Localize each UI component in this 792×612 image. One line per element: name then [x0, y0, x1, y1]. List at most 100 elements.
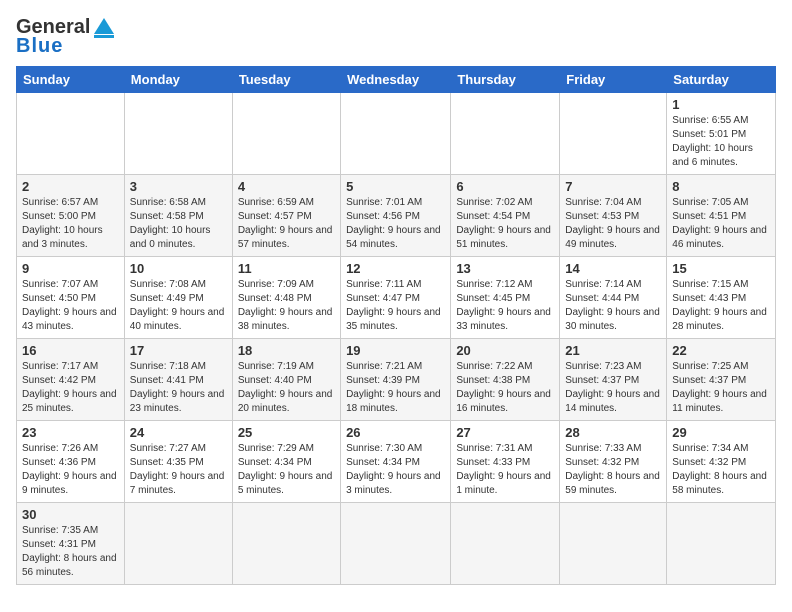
- day-number: 8: [672, 179, 770, 194]
- day-info: Sunrise: 7:34 AM Sunset: 4:32 PM Dayligh…: [672, 442, 770, 498]
- calendar-cell: 14 Sunrise: 7:14 AM Sunset: 4:44 PM Dayli…: [560, 257, 667, 339]
- calendar-cell: 3 Sunrise: 6:58 AM Sunset: 4:58 PM Daylig…: [124, 175, 232, 257]
- day-number: 23: [22, 425, 119, 440]
- day-info: Sunrise: 7:21 AM Sunset: 4:39 PM Dayligh…: [346, 360, 445, 416]
- day-info: Sunrise: 7:09 AM Sunset: 4:48 PM Dayligh…: [238, 278, 335, 334]
- day-number: 21: [565, 343, 661, 358]
- calendar-cell: 9 Sunrise: 7:07 AM Sunset: 4:50 PM Daylig…: [17, 257, 125, 339]
- day-info: Sunrise: 6:57 AM Sunset: 5:00 PM Dayligh…: [22, 196, 119, 252]
- calendar-cell: [232, 93, 340, 175]
- day-number: 2: [22, 179, 119, 194]
- day-info: Sunrise: 7:25 AM Sunset: 4:37 PM Dayligh…: [672, 360, 770, 416]
- calendar-cell: 6 Sunrise: 7:02 AM Sunset: 4:54 PM Daylig…: [451, 175, 560, 257]
- day-info: Sunrise: 7:29 AM Sunset: 4:34 PM Dayligh…: [238, 442, 335, 498]
- calendar-cell: 12Sunrise: 7:11 AM Sunset: 4:47 PM Dayli…: [341, 257, 451, 339]
- calendar-week-row: 1 Sunrise: 6:55 AM Sunset: 5:01 PM Daylig…: [17, 93, 776, 175]
- calendar-cell: 15 Sunrise: 7:15 AM Sunset: 4:43 PM Dayli…: [667, 257, 776, 339]
- day-info: Sunrise: 7:14 AM Sunset: 4:44 PM Dayligh…: [565, 278, 661, 334]
- day-number: 5: [346, 179, 445, 194]
- calendar-cell: 16Sunrise: 7:17 AM Sunset: 4:42 PM Dayli…: [17, 339, 125, 421]
- day-number: 12: [346, 261, 445, 276]
- day-info: Sunrise: 7:12 AM Sunset: 4:45 PM Dayligh…: [456, 278, 554, 334]
- calendar-cell: 20Sunrise: 7:22 AM Sunset: 4:38 PM Dayli…: [451, 339, 560, 421]
- calendar-cell: 29 Sunrise: 7:34 AM Sunset: 4:32 PM Dayli…: [667, 421, 776, 503]
- day-number: 24: [130, 425, 227, 440]
- calendar-table: SundayMondayTuesdayWednesdayThursdayFrid…: [16, 66, 776, 585]
- day-info: Sunrise: 7:35 AM Sunset: 4:31 PM Dayligh…: [22, 524, 119, 580]
- day-number: 22: [672, 343, 770, 358]
- day-number: 11: [238, 261, 335, 276]
- calendar-cell: 30 Sunrise: 7:35 AM Sunset: 4:31 PM Dayli…: [17, 503, 125, 585]
- day-info: Sunrise: 7:04 AM Sunset: 4:53 PM Dayligh…: [565, 196, 661, 252]
- day-info: Sunrise: 7:08 AM Sunset: 4:49 PM Dayligh…: [130, 278, 227, 334]
- calendar-cell: [341, 503, 451, 585]
- calendar-cell: 28 Sunrise: 7:33 AM Sunset: 4:32 PM Dayli…: [560, 421, 667, 503]
- calendar-cell: [232, 503, 340, 585]
- calendar-week-row: 30 Sunrise: 7:35 AM Sunset: 4:31 PM Dayli…: [17, 503, 776, 585]
- logo-blue-text: Blue: [16, 35, 63, 58]
- day-number: 28: [565, 425, 661, 440]
- day-number: 4: [238, 179, 335, 194]
- day-number: 29: [672, 425, 770, 440]
- day-info: Sunrise: 7:02 AM Sunset: 4:54 PM Dayligh…: [456, 196, 554, 252]
- day-number: 26: [346, 425, 445, 440]
- day-of-week-header: Thursday: [451, 67, 560, 93]
- day-info: Sunrise: 7:26 AM Sunset: 4:36 PM Dayligh…: [22, 442, 119, 498]
- calendar-cell: 22 Sunrise: 7:25 AM Sunset: 4:37 PM Dayli…: [667, 339, 776, 421]
- calendar-cell: [560, 503, 667, 585]
- calendar-cell: 13 Sunrise: 7:12 AM Sunset: 4:45 PM Dayli…: [451, 257, 560, 339]
- calendar-cell: [560, 93, 667, 175]
- day-info: Sunrise: 7:22 AM Sunset: 4:38 PM Dayligh…: [456, 360, 554, 416]
- day-info: Sunrise: 6:58 AM Sunset: 4:58 PM Dayligh…: [130, 196, 227, 252]
- day-number: 10: [130, 261, 227, 276]
- day-of-week-header: Tuesday: [232, 67, 340, 93]
- logo: General Blue: [16, 16, 114, 58]
- day-number: 19: [346, 343, 445, 358]
- calendar-cell: 24 Sunrise: 7:27 AM Sunset: 4:35 PM Dayli…: [124, 421, 232, 503]
- day-number: 16: [22, 343, 119, 358]
- calendar-cell: 2 Sunrise: 6:57 AM Sunset: 5:00 PM Daylig…: [17, 175, 125, 257]
- day-number: 15: [672, 261, 770, 276]
- day-info: Sunrise: 7:31 AM Sunset: 4:33 PM Dayligh…: [456, 442, 554, 498]
- day-number: 7: [565, 179, 661, 194]
- day-info: Sunrise: 6:55 AM Sunset: 5:01 PM Dayligh…: [672, 114, 770, 170]
- day-info: Sunrise: 7:01 AM Sunset: 4:56 PM Dayligh…: [346, 196, 445, 252]
- day-number: 18: [238, 343, 335, 358]
- day-number: 30: [22, 507, 119, 522]
- day-info: Sunrise: 7:05 AM Sunset: 4:51 PM Dayligh…: [672, 196, 770, 252]
- day-number: 6: [456, 179, 554, 194]
- day-number: 3: [130, 179, 227, 194]
- day-info: Sunrise: 7:27 AM Sunset: 4:35 PM Dayligh…: [130, 442, 227, 498]
- day-number: 1: [672, 97, 770, 112]
- calendar-cell: 11 Sunrise: 7:09 AM Sunset: 4:48 PM Dayli…: [232, 257, 340, 339]
- calendar-cell: 1 Sunrise: 6:55 AM Sunset: 5:01 PM Daylig…: [667, 93, 776, 175]
- calendar-cell: [124, 503, 232, 585]
- calendar-cell: [17, 93, 125, 175]
- day-number: 14: [565, 261, 661, 276]
- calendar-cell: 10 Sunrise: 7:08 AM Sunset: 4:49 PM Dayli…: [124, 257, 232, 339]
- day-number: 25: [238, 425, 335, 440]
- day-info: Sunrise: 7:30 AM Sunset: 4:34 PM Dayligh…: [346, 442, 445, 498]
- day-info: Sunrise: 7:15 AM Sunset: 4:43 PM Dayligh…: [672, 278, 770, 334]
- calendar-header-row: SundayMondayTuesdayWednesdayThursdayFrid…: [17, 67, 776, 93]
- calendar-cell: [667, 503, 776, 585]
- calendar-cell: 5 Sunrise: 7:01 AM Sunset: 4:56 PM Daylig…: [341, 175, 451, 257]
- calendar-cell: 17Sunrise: 7:18 AM Sunset: 4:41 PM Dayli…: [124, 339, 232, 421]
- calendar-cell: 21Sunrise: 7:23 AM Sunset: 4:37 PM Dayli…: [560, 339, 667, 421]
- day-of-week-header: Monday: [124, 67, 232, 93]
- day-info: Sunrise: 7:19 AM Sunset: 4:40 PM Dayligh…: [238, 360, 335, 416]
- day-of-week-header: Sunday: [17, 67, 125, 93]
- day-info: Sunrise: 7:07 AM Sunset: 4:50 PM Dayligh…: [22, 278, 119, 334]
- calendar-cell: 7 Sunrise: 7:04 AM Sunset: 4:53 PM Daylig…: [560, 175, 667, 257]
- day-number: 9: [22, 261, 119, 276]
- calendar-cell: 4Sunrise: 6:59 AM Sunset: 4:57 PM Daylig…: [232, 175, 340, 257]
- day-info: Sunrise: 7:33 AM Sunset: 4:32 PM Dayligh…: [565, 442, 661, 498]
- day-of-week-header: Saturday: [667, 67, 776, 93]
- calendar-cell: 18 Sunrise: 7:19 AM Sunset: 4:40 PM Dayli…: [232, 339, 340, 421]
- calendar-cell: 25 Sunrise: 7:29 AM Sunset: 4:34 PM Dayli…: [232, 421, 340, 503]
- calendar-cell: 27Sunrise: 7:31 AM Sunset: 4:33 PM Dayli…: [451, 421, 560, 503]
- day-number: 13: [456, 261, 554, 276]
- page-header: General Blue: [16, 16, 776, 58]
- calendar-cell: [451, 503, 560, 585]
- day-info: Sunrise: 7:18 AM Sunset: 4:41 PM Dayligh…: [130, 360, 227, 416]
